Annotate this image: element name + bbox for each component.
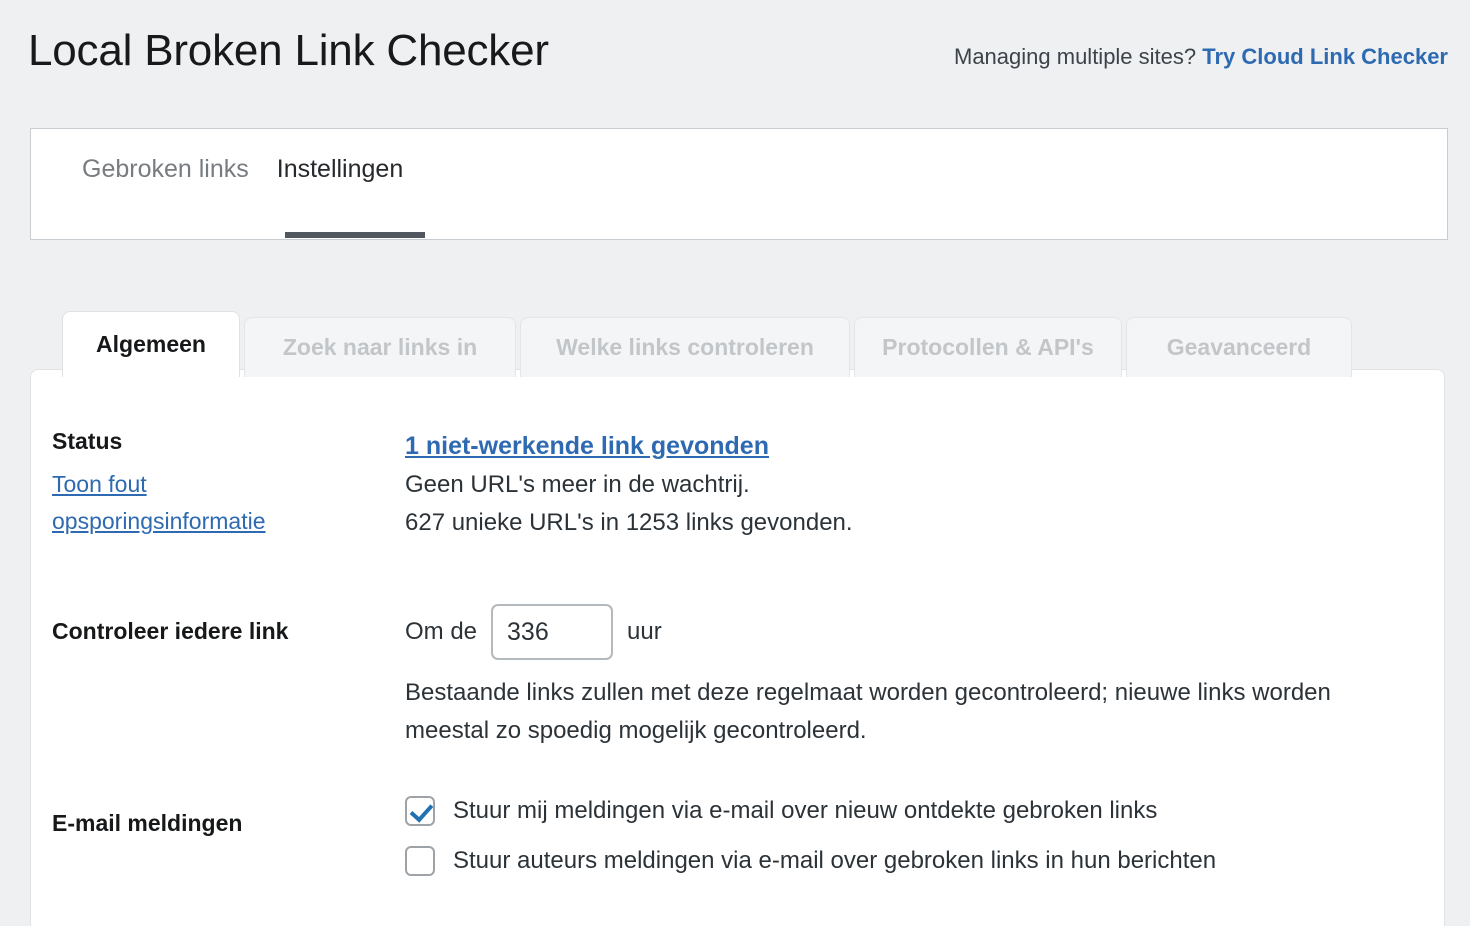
nav-active-indicator — [285, 232, 425, 238]
status-content: 1 niet-werkende link gevonden Geen URL's… — [405, 426, 853, 542]
interval-prefix-label: Om de — [405, 618, 478, 645]
tab-welke-links-controleren[interactable]: Welke links controleren — [520, 317, 850, 377]
tab-welke-links-controleren-label: Welke links controleren — [556, 334, 814, 360]
try-cloud-link-checker-link[interactable]: Try Cloud Link Checker — [1202, 44, 1448, 69]
email-option-notify-me[interactable]: Stuur mij meldingen via e-mail over nieu… — [405, 796, 1216, 826]
nav-tab-gebroken-links[interactable]: Gebroken links — [82, 155, 249, 188]
interval-suffix-label: uur — [627, 618, 662, 645]
tab-protocollen-en-apis[interactable]: Protocollen & API's — [854, 317, 1122, 377]
notify-me-label: Stuur mij meldingen via e-mail over nieu… — [453, 797, 1158, 824]
check-interval-field: Om de uur Bestaande links zullen met dez… — [405, 604, 1395, 750]
email-notifications-options: Stuur mij meldingen via e-mail over nieu… — [405, 796, 1216, 896]
show-debug-info-link[interactable]: Toon fout opsporingsinformatie — [52, 466, 352, 540]
settings-panel: Status Toon fout opsporingsinformatie 1 … — [30, 369, 1445, 926]
check-interval-description: Bestaande links zullen met deze regelmaa… — [405, 679, 1331, 744]
tab-protocollen-en-apis-label: Protocollen & API's — [882, 334, 1094, 360]
check-interval-label: Controleer iedere link — [52, 618, 289, 644]
tab-zoek-naar-links-in-label: Zoek naar links in — [282, 334, 478, 360]
broken-links-found-link[interactable]: 1 niet-werkende link gevonden — [405, 426, 853, 466]
tab-algemeen[interactable]: Algemeen — [62, 311, 240, 377]
tab-geavanceerd[interactable]: Geavanceerd — [1126, 317, 1352, 377]
settings-subtabs: Algemeen Zoek naar links in Welke links … — [62, 311, 1352, 377]
tab-geavanceerd-label: Geavanceerd — [1166, 334, 1312, 360]
nav-tab-instellingen[interactable]: Instellingen — [277, 155, 403, 188]
plugin-settings-page: Local Broken Link Checker Managing multi… — [0, 0, 1470, 926]
notify-authors-checkbox[interactable] — [405, 846, 435, 876]
nav-container: Gebroken links Instellingen — [30, 128, 1448, 240]
page-title: Local Broken Link Checker — [28, 26, 549, 75]
nav-tabs: Gebroken links Instellingen — [82, 155, 403, 188]
tab-zoek-naar-links-in[interactable]: Zoek naar links in — [244, 317, 516, 377]
notify-me-checkbox[interactable] — [405, 796, 435, 826]
interval-input-line: Om de uur — [405, 604, 1395, 660]
page-header: Local Broken Link Checker Managing multi… — [0, 0, 1470, 112]
status-label: Status — [52, 428, 123, 454]
email-option-notify-authors[interactable]: Stuur auteurs meldingen via e-mail over … — [405, 846, 1216, 876]
header-promo: Managing multiple sites? Try Cloud Link … — [954, 44, 1448, 70]
tab-algemeen-label: Algemeen — [96, 331, 206, 357]
queue-status-text: Geen URL's meer in de wachtrij. — [405, 471, 750, 498]
notify-authors-label: Stuur auteurs meldingen via e-mail over … — [453, 847, 1217, 874]
email-notifications-label: E-mail meldingen — [52, 810, 243, 836]
promo-text: Managing multiple sites? — [954, 44, 1197, 69]
url-totals-text: 627 unieke URL's in 1253 links gevonden. — [405, 509, 853, 536]
check-interval-input[interactable] — [491, 604, 614, 660]
